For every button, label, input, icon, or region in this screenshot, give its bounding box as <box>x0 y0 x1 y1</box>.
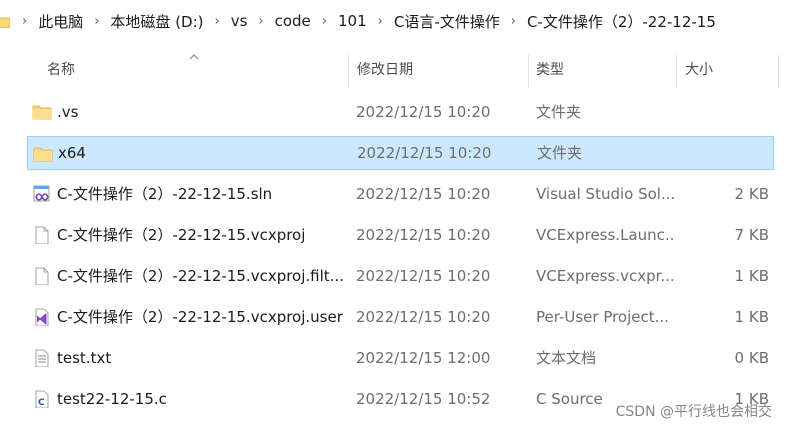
file-type: VCExpress.vcxpr... <box>536 267 675 285</box>
file-size: 7 KB <box>734 226 769 244</box>
file-name: C-文件操作（2）-22-12-15.sln <box>57 185 273 203</box>
file-modified-date: 2022/12/15 10:20 <box>357 144 492 162</box>
breadcrumb-item[interactable]: code <box>270 12 316 30</box>
file-name: C-文件操作（2）-22-12-15.vcxproj.filt... <box>57 267 344 285</box>
file-modified-date: 2022/12/15 10:20 <box>356 267 491 285</box>
breadcrumb-item[interactable]: 101 <box>333 12 372 30</box>
chevron-right-icon[interactable]: › <box>16 14 33 29</box>
file-type: 文本文档 <box>536 349 597 367</box>
breadcrumb-item[interactable]: C-文件操作（2）-22-12-15 <box>522 11 721 32</box>
file-name: x64 <box>58 144 86 162</box>
file-row[interactable]: C-文件操作（2）-22-12-15.vcxproj 2022/12/15 10:… <box>27 218 774 252</box>
file-modified-date: 2022/12/15 10:20 <box>356 308 491 326</box>
file-name: C-文件操作（2）-22-12-15.vcxproj.user <box>57 308 343 326</box>
chevron-right-icon[interactable]: › <box>209 14 226 29</box>
file-row[interactable]: C-文件操作（2）-22-12-15.vcxproj.filt... 2022/1… <box>27 259 774 293</box>
chevron-right-icon[interactable]: › <box>252 14 269 29</box>
breadcrumb-item[interactable]: 此电脑 <box>33 11 88 32</box>
chevron-right-icon[interactable]: › <box>372 14 389 29</box>
file-row[interactable]: C-文件操作（2）-22-12-15.sln 2022/12/15 10:20 Vi… <box>27 177 774 211</box>
file-size: 0 KB <box>734 349 769 367</box>
column-divider[interactable] <box>348 54 349 88</box>
file-type: Visual Studio Sol... <box>536 185 676 203</box>
file-type: VCExpress.Launc... <box>536 226 676 244</box>
file-size: 1 KB <box>734 308 769 326</box>
vs-project-user-icon <box>35 308 49 326</box>
folder-icon <box>33 147 53 162</box>
file-size: 1 KB <box>734 267 769 285</box>
column-header: 名称 修改日期 类型 大小 <box>0 52 786 88</box>
file-modified-date: 2022/12/15 10:20 <box>356 226 491 244</box>
column-divider[interactable] <box>528 54 529 88</box>
file-type: Per-User Project... <box>536 308 669 326</box>
file-row[interactable]: x64 2022/12/15 10:20 文件夹 <box>27 136 774 170</box>
file-row[interactable]: .vs 2022/12/15 10:20 文件夹 <box>27 95 774 129</box>
file-size <box>680 137 770 171</box>
file-name: test.txt <box>57 349 112 367</box>
column-divider[interactable] <box>676 54 677 88</box>
chevron-right-icon[interactable]: › <box>88 14 105 29</box>
svg-text:C: C <box>38 398 45 408</box>
file-modified-date: 2022/12/15 10:20 <box>356 103 491 121</box>
chevron-right-icon[interactable]: › <box>316 14 333 29</box>
file-modified-date: 2022/12/15 10:20 <box>356 185 491 203</box>
blank-file-icon <box>35 267 49 285</box>
folder-icon <box>32 105 52 120</box>
text-file-icon <box>35 349 49 367</box>
c-source-icon: C <box>35 390 49 408</box>
file-explorer-window: › 此电脑 › 本地磁盘 (D:) › vs › code › 101 › C语言-文件操作 › C-文件… <box>0 0 786 432</box>
sort-ascending-icon <box>189 54 199 60</box>
file-row[interactable]: C-文件操作（2）-22-12-15.vcxproj.user 2022/12/1… <box>27 300 774 334</box>
breadcrumb-item[interactable]: 本地磁盘 (D:) <box>105 11 208 32</box>
file-modified-date: 2022/12/15 10:52 <box>356 390 491 408</box>
column-header-name[interactable]: 名称 <box>47 52 75 88</box>
breadcrumb: › 此电脑 › 本地磁盘 (D:) › vs › code › 101 › C语言-文件操作 › C-文件… <box>0 0 786 42</box>
column-divider[interactable] <box>778 54 779 88</box>
file-modified-date: 2022/12/15 12:00 <box>356 349 491 367</box>
breadcrumb-items: › 此电脑 › 本地磁盘 (D:) › vs › code › 101 › C语言-文件操作 › C-文件… <box>0 11 721 32</box>
blank-file-icon <box>35 226 49 244</box>
column-header-size[interactable]: 大小 <box>685 52 713 88</box>
column-header-type[interactable]: 类型 <box>536 52 564 88</box>
file-name: C-文件操作（2）-22-12-15.vcxproj <box>57 226 306 244</box>
chevron-right-icon[interactable]: › <box>505 14 522 29</box>
file-size: 2 KB <box>734 185 769 203</box>
vs-solution-icon <box>33 185 50 202</box>
folder-icon <box>0 17 10 28</box>
file-name: .vs <box>57 103 79 121</box>
file-type: 文件夹 <box>537 144 583 162</box>
column-header-date[interactable]: 修改日期 <box>357 52 413 88</box>
breadcrumb-item[interactable]: C语言-文件操作 <box>389 11 505 32</box>
file-name: test22-12-15.c <box>57 390 167 408</box>
file-size <box>679 95 769 129</box>
breadcrumb-item[interactable]: vs <box>226 12 253 30</box>
file-row[interactable]: test.txt 2022/12/15 12:00 文本文档 0 KB <box>27 341 774 375</box>
watermark: CSDN @平行线也会相交 <box>615 404 772 420</box>
file-type: 文件夹 <box>536 103 582 121</box>
